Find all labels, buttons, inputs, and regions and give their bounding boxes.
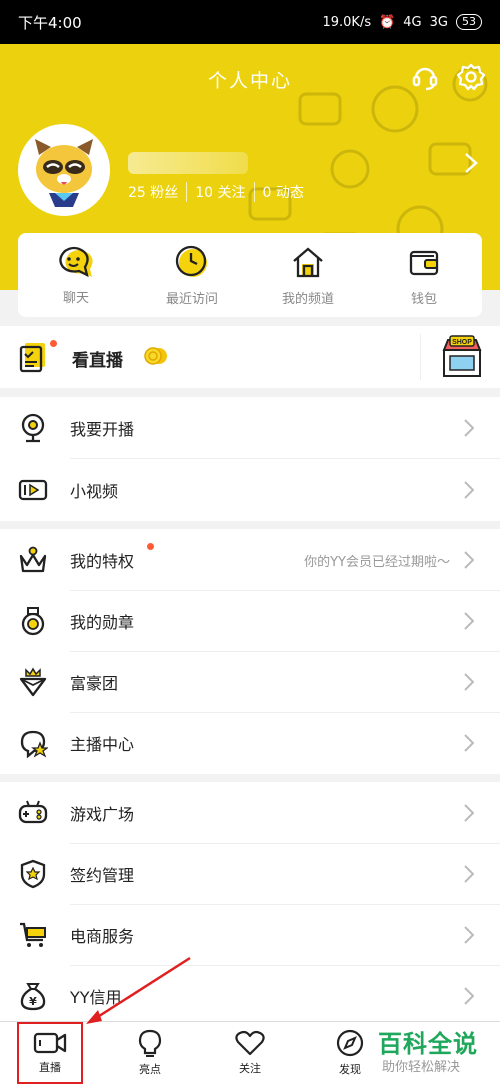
shop-icon[interactable]: SHOP — [440, 334, 484, 378]
menu-item-privileges[interactable]: 我的特权 你的YY会员已经过期啦～ — [0, 529, 500, 591]
menu-item-label: 电商服务 — [70, 927, 135, 946]
menu-section-live: 我要开播 小视频 — [0, 397, 500, 521]
video-icon — [18, 479, 48, 501]
coin-icon — [144, 347, 167, 365]
live-list-icon — [19, 343, 45, 373]
menu-item-label: 主播中心 — [70, 735, 135, 754]
clock-icon — [175, 245, 207, 277]
shopping-cart-icon — [20, 922, 46, 947]
following-count[interactable]: 10 关注 — [186, 182, 253, 202]
menu-item-label: 我的特权 — [70, 552, 135, 571]
menu-item-label: YY信用 — [70, 988, 122, 1007]
menu-item-label: 游戏广场 — [70, 805, 135, 824]
menu-section-services: 游戏广场 签约管理 电商服务 ¥ YY信用 — [0, 782, 500, 1021]
quick-action-label: 我的频道 — [281, 291, 334, 307]
notification-dot — [50, 340, 57, 347]
avatar[interactable] — [18, 124, 110, 216]
status-time: 下午4:00 — [18, 13, 82, 32]
quick-action-chat[interactable]: 聊天 — [18, 233, 134, 317]
watermark-title: 百科全说 — [378, 1030, 478, 1058]
wallet-icon — [409, 250, 439, 275]
menu-item-short-video[interactable]: 小视频 — [0, 459, 500, 521]
menu-item-ecommerce[interactable]: 电商服务 — [0, 904, 500, 966]
profile-stats: 25 粉丝 10 关注 0 动态 — [128, 182, 312, 202]
anchor-star-icon — [20, 730, 48, 758]
home-icon — [293, 246, 323, 277]
chevron-right-icon — [464, 987, 474, 1005]
heart-icon — [235, 1030, 265, 1056]
quick-action-channel[interactable]: 我的频道 — [250, 233, 366, 317]
tab-label: 直播 — [39, 1061, 61, 1074]
diamond-crown-icon — [19, 667, 47, 697]
settings-gear-icon[interactable] — [456, 62, 486, 92]
quick-action-label: 钱包 — [410, 291, 437, 307]
quick-action-label: 聊天 — [62, 290, 89, 306]
chevron-right-icon — [464, 551, 474, 569]
quick-actions: 聊天 最近访问 我的频道 钱包 — [18, 233, 482, 317]
quick-action-wallet[interactable]: 钱包 — [366, 233, 482, 317]
menu-item-yy-credit[interactable]: ¥ YY信用 — [0, 965, 500, 1027]
webcam-icon — [21, 413, 45, 443]
notification-dot — [147, 543, 154, 550]
menu-item-label: 我的勋章 — [70, 613, 135, 632]
chevron-right-icon — [464, 926, 474, 944]
chevron-right-icon — [464, 734, 474, 752]
menu-item-label: 富豪团 — [70, 674, 119, 693]
medal-icon — [21, 607, 45, 636]
quick-action-recent[interactable]: 最近访问 — [134, 233, 250, 317]
chat-bubble-icon — [59, 246, 93, 277]
quick-action-label: 最近访问 — [165, 291, 218, 307]
live-banner-label: 看直播 — [72, 351, 123, 371]
menu-item-start-live[interactable]: 我要开播 — [0, 397, 500, 459]
network-3g-label: 3G — [429, 14, 448, 30]
network-4g-label: 4G — [403, 14, 422, 30]
money-bag-icon: ¥ — [20, 983, 46, 1011]
menu-item-game-plaza[interactable]: 游戏广场 — [0, 782, 500, 844]
tab-following[interactable]: 关注 — [200, 1022, 300, 1084]
tab-label: 关注 — [239, 1062, 261, 1075]
tab-live[interactable]: 直播 — [17, 1022, 83, 1084]
compass-icon — [336, 1029, 364, 1057]
username-redacted — [128, 152, 248, 174]
video-camera-icon — [33, 1032, 67, 1054]
chevron-right-icon — [464, 419, 474, 437]
watermark-subtitle: 助你轻松解决 — [382, 1060, 461, 1075]
gamepad-icon — [18, 800, 48, 824]
menu-item-contract[interactable]: 签约管理 — [0, 843, 500, 905]
chevron-right-icon — [464, 481, 474, 499]
svg-text:¥: ¥ — [29, 995, 37, 1008]
live-banner[interactable]: 看直播 SHOP — [0, 326, 500, 388]
menu-item-label: 我要开播 — [70, 420, 135, 439]
menu-item-anchor-center[interactable]: 主播中心 — [0, 712, 500, 774]
status-bar: 下午4:00 19.0K/s ⏰ 4G 3G 53 — [0, 0, 500, 44]
chevron-right-icon — [464, 673, 474, 691]
lightbulb-icon — [138, 1029, 162, 1057]
tab-highlights[interactable]: 亮点 — [100, 1022, 200, 1084]
watermark-logo: 百科全说 助你轻松解决 — [372, 1022, 500, 1084]
banner-divider — [420, 334, 421, 380]
network-speed: 19.0K/s — [322, 14, 372, 30]
menu-item-label: 签约管理 — [70, 866, 135, 885]
battery-indicator: 53 — [456, 14, 482, 30]
shield-star-icon — [20, 859, 46, 889]
svg-text:SHOP: SHOP — [452, 339, 472, 346]
profile-chevron-right-icon[interactable] — [464, 152, 478, 174]
menu-item-label: 小视频 — [70, 482, 119, 501]
chevron-right-icon — [464, 865, 474, 883]
tab-label: 发现 — [339, 1063, 361, 1076]
chevron-right-icon — [464, 804, 474, 822]
menu-item-rich-group[interactable]: 富豪团 — [0, 651, 500, 713]
tab-label: 亮点 — [139, 1063, 161, 1076]
raccoon-avatar-icon — [21, 127, 107, 213]
menu-item-medals[interactable]: 我的勋章 — [0, 590, 500, 652]
menu-section-member: 我的特权 你的YY会员已经过期啦～ 我的勋章 富豪团 主播中心 — [0, 529, 500, 774]
customer-service-icon[interactable] — [410, 62, 440, 92]
chevron-right-icon — [464, 612, 474, 630]
posts-count[interactable]: 0 动态 — [253, 182, 312, 202]
crown-icon — [19, 546, 47, 573]
privileges-status: 你的YY会员已经过期啦～ — [304, 554, 450, 570]
fans-count[interactable]: 25 粉丝 — [128, 182, 186, 202]
alarm-icon: ⏰ — [379, 14, 396, 30]
